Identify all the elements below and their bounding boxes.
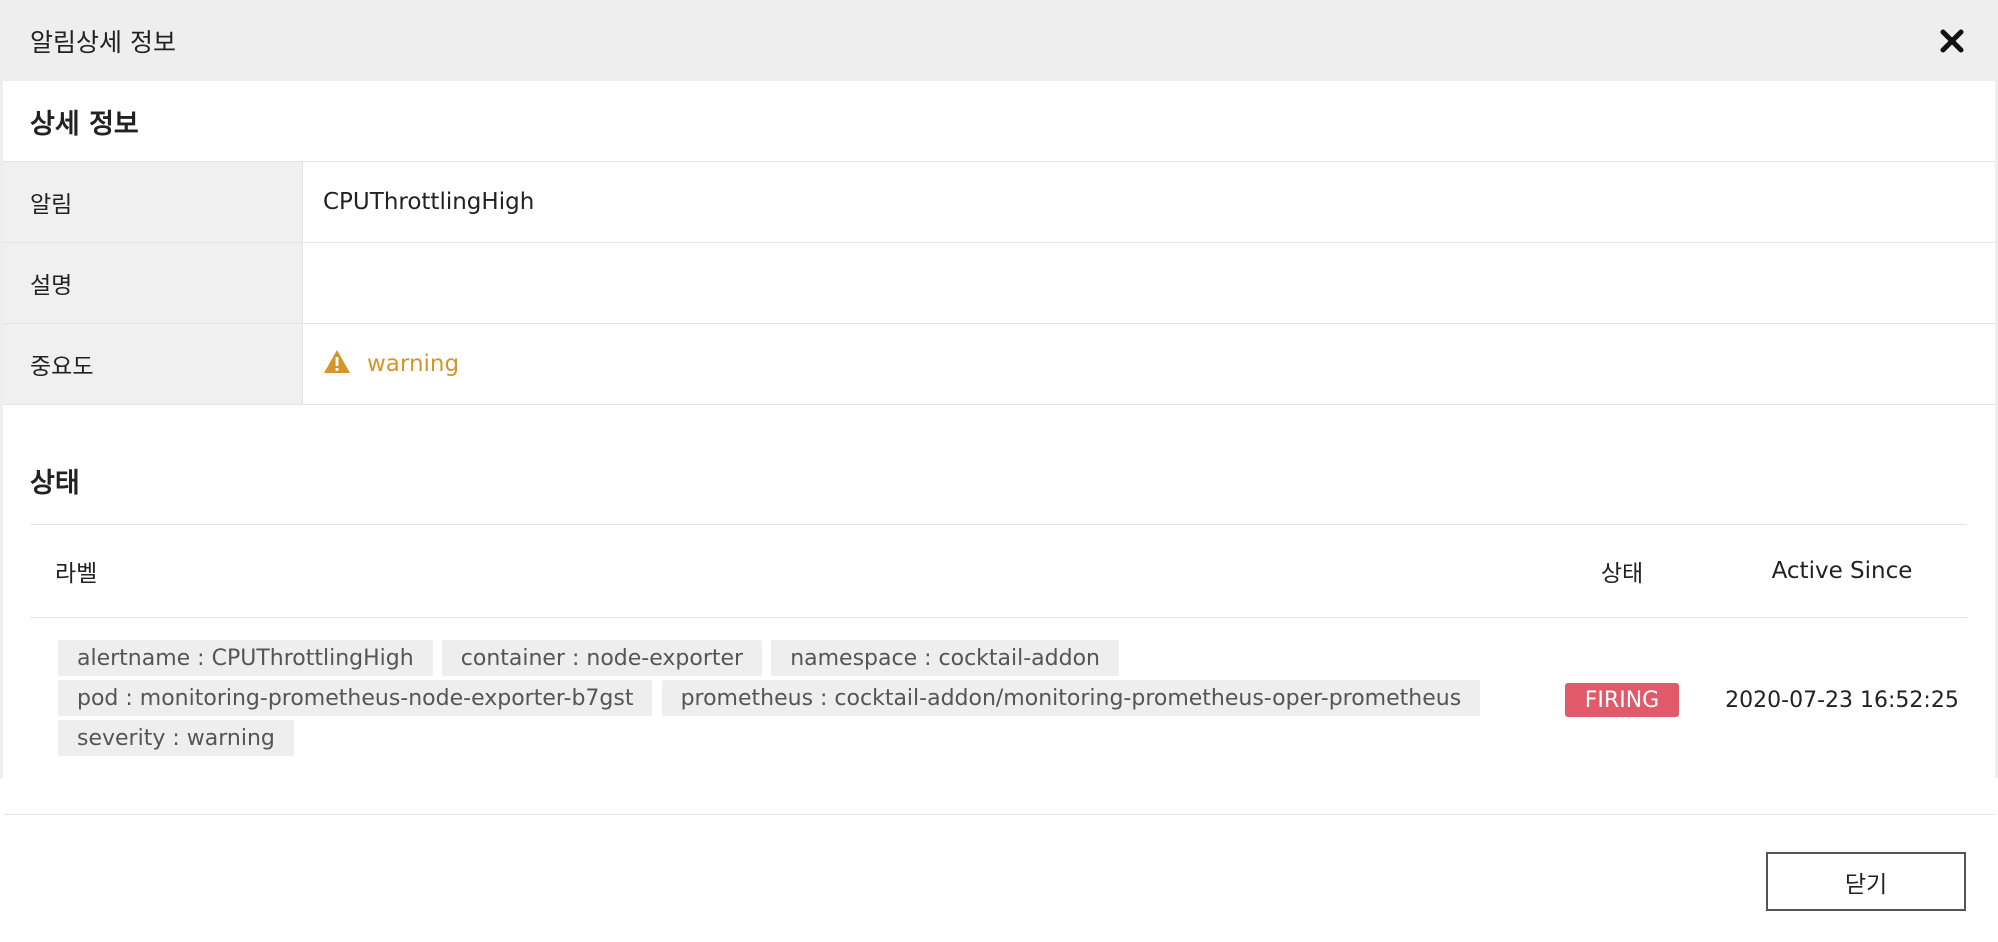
status-table-header: 라벨 상태 Active Since bbox=[30, 525, 1967, 618]
severity-value: warning bbox=[323, 349, 459, 380]
state-cell: FIRING bbox=[1527, 683, 1717, 717]
severity-text: warning bbox=[367, 351, 460, 377]
close-button[interactable]: 닫기 bbox=[1766, 852, 1966, 911]
label-tag: container : node-exporter bbox=[441, 640, 763, 676]
detail-value: CPUThrottlingHigh bbox=[323, 189, 535, 215]
active-since-value: 2020-07-23 16:52:25 bbox=[1725, 687, 1959, 713]
warning-triangle-icon bbox=[323, 349, 351, 380]
detail-row-severity: 중요도 warning bbox=[3, 324, 1995, 405]
modal-header: 알림상세 정보 bbox=[0, 0, 1998, 81]
detail-key: 설명 bbox=[3, 243, 303, 323]
table-row: alertname : CPUThrottlingHigh container … bbox=[30, 618, 1967, 778]
detail-key: 알림 bbox=[3, 162, 303, 242]
status-section-title: 상태 bbox=[30, 405, 1967, 525]
column-header-state: 상태 bbox=[1600, 561, 1644, 587]
modal-body: 상세 정보 알림 CPUThrottlingHigh 설명 중요도 warnin… bbox=[0, 81, 1998, 778]
severity-cell: warning bbox=[303, 324, 1995, 404]
label-tag: pod : monitoring-prometheus-node-exporte… bbox=[58, 680, 653, 716]
detail-key: 중요도 bbox=[3, 324, 303, 404]
detail-section-title: 상세 정보 bbox=[3, 81, 1995, 162]
column-header-labels: 라벨 bbox=[55, 561, 98, 587]
detail-value bbox=[303, 243, 1995, 323]
label-tag: severity : warning bbox=[58, 720, 294, 756]
close-icon[interactable] bbox=[1934, 23, 1970, 59]
modal-footer: 닫기 bbox=[3, 814, 1995, 942]
column-header-active-since: Active Since bbox=[1771, 558, 1913, 584]
status-section: 상태 라벨 상태 Active Since alertname : CPUThr… bbox=[3, 405, 1995, 778]
labels-cell: alertname : CPUThrottlingHigh container … bbox=[30, 640, 1527, 760]
label-tag: namespace : cocktail-addon bbox=[771, 640, 1119, 676]
modal-title: 알림상세 정보 bbox=[30, 27, 176, 57]
detail-row-description: 설명 bbox=[3, 243, 1995, 324]
status-badge: FIRING bbox=[1564, 683, 1680, 717]
alert-detail-modal: 알림상세 정보 상세 정보 알림 CPUThrottlingHigh 설명 중요… bbox=[0, 0, 1998, 942]
detail-row-alert: 알림 CPUThrottlingHigh bbox=[3, 162, 1995, 243]
label-tag: alertname : CPUThrottlingHigh bbox=[58, 640, 433, 676]
label-tag: prometheus : cocktail-addon/monitoring-p… bbox=[661, 680, 1481, 716]
